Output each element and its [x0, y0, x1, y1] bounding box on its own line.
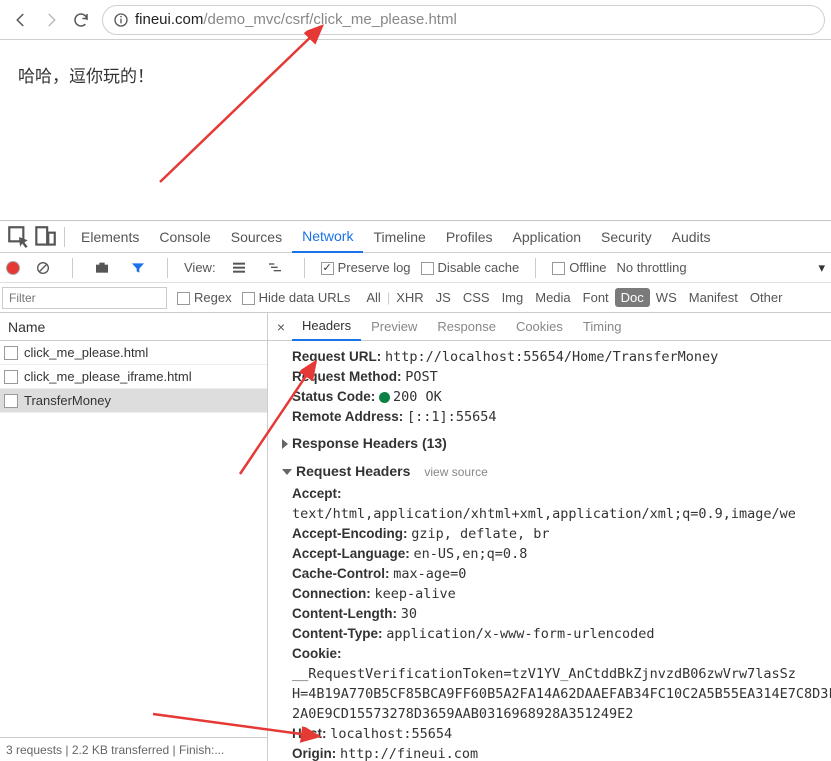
status-dot-icon: [379, 392, 390, 403]
type-xhr[interactable]: XHR: [390, 288, 429, 307]
capture-screenshots-icon[interactable]: [89, 255, 115, 281]
tab-sources[interactable]: Sources: [221, 221, 292, 253]
tab-profiles[interactable]: Profiles: [436, 221, 503, 253]
view-label: View:: [184, 260, 216, 275]
tab-security[interactable]: Security: [591, 221, 662, 253]
header-accept: Accept: text/html,application/xhtml+xml,…: [282, 484, 831, 524]
request-list-head[interactable]: Name: [0, 313, 267, 341]
detail-body: Request URL: http://localhost:55654/Home…: [268, 341, 831, 761]
site-info-icon: [113, 12, 129, 28]
type-js[interactable]: JS: [430, 288, 457, 307]
tab-elements[interactable]: Elements: [71, 221, 149, 253]
detail-tabs: × Headers Preview Response Cookies Timin…: [268, 313, 831, 341]
waterfall-icon[interactable]: [262, 255, 288, 281]
clear-button[interactable]: [30, 255, 56, 281]
header-connection: Connection: keep-alive: [282, 584, 831, 604]
back-button[interactable]: [6, 5, 36, 35]
throttling-select[interactable]: No throttling: [617, 260, 687, 275]
request-status-bar: 3 requests | 2.2 KB transferred | Finish…: [0, 737, 267, 761]
header-cookie-cont: H=4B19A770B5CF85BCA9FF60B5A2FA14A62DAAEF…: [282, 684, 831, 704]
request-row[interactable]: TransferMoney: [0, 389, 267, 413]
close-detail-button[interactable]: ×: [270, 319, 292, 335]
tab-network[interactable]: Network: [292, 221, 363, 253]
type-media[interactable]: Media: [529, 288, 576, 307]
header-cookie-cont: 2A0E9CD15573278D3659AAB0316968928A351249…: [282, 704, 831, 724]
filter-icon[interactable]: [125, 255, 151, 281]
hide-data-urls-checkbox[interactable]: Hide data URLs: [242, 290, 351, 305]
type-filter: All | XHR JS CSS Img Media Font Doc WS M…: [360, 288, 788, 307]
detail-tab-timing[interactable]: Timing: [573, 313, 632, 341]
network-toolbar: View: Preserve log Disable cache Offline…: [0, 253, 831, 283]
detail-tab-preview[interactable]: Preview: [361, 313, 427, 341]
tab-application[interactable]: Application: [503, 221, 592, 253]
file-icon: [4, 346, 18, 360]
header-accept-encoding: Accept-Encoding: gzip, deflate, br: [282, 524, 831, 544]
type-manifest[interactable]: Manifest: [683, 288, 744, 307]
view-source-link[interactable]: view source: [424, 465, 487, 479]
regex-checkbox[interactable]: Regex: [177, 290, 232, 305]
response-headers-section[interactable]: Response Headers (13): [282, 427, 831, 455]
network-filter-bar: Regex Hide data URLs All | XHR JS CSS Im…: [0, 283, 831, 313]
detail-tab-cookies[interactable]: Cookies: [506, 313, 573, 341]
detail-tab-response[interactable]: Response: [427, 313, 506, 341]
tab-timeline[interactable]: Timeline: [363, 221, 435, 253]
header-accept-language: Accept-Language: en-US,en;q=0.8: [282, 544, 831, 564]
header-host: Host: localhost:55654: [282, 724, 831, 744]
type-font[interactable]: Font: [577, 288, 615, 307]
type-doc[interactable]: Doc: [615, 288, 650, 307]
forward-button[interactable]: [36, 5, 66, 35]
preserve-log-checkbox[interactable]: Preserve log: [321, 260, 411, 275]
header-cache-control: Cache-Control: max-age=0: [282, 564, 831, 584]
general-request-method: Request Method: POST: [282, 367, 831, 387]
request-detail: × Headers Preview Response Cookies Timin…: [268, 313, 831, 761]
device-icon[interactable]: [32, 224, 58, 250]
general-request-url: Request URL: http://localhost:55654/Home…: [282, 347, 831, 367]
address-bar[interactable]: fineui.com/demo_mvc/csrf/click_me_please…: [102, 5, 825, 35]
request-list: Name click_me_please.html click_me_pleas…: [0, 313, 268, 761]
header-content-type: Content-Type: application/x-www-form-url…: [282, 624, 831, 644]
header-content-length: Content-Length: 30: [282, 604, 831, 624]
detail-tab-headers[interactable]: Headers: [292, 313, 361, 341]
page-body-text: 哈哈，逗你玩的！: [18, 62, 813, 87]
page-viewport: 哈哈，逗你玩的！: [0, 40, 831, 220]
devtools: Elements Console Sources Network Timelin…: [0, 220, 831, 761]
tab-console[interactable]: Console: [149, 221, 220, 253]
type-img[interactable]: Img: [496, 288, 530, 307]
url-text: fineui.com/demo_mvc/csrf/click_me_please…: [135, 11, 457, 28]
request-row[interactable]: click_me_please.html: [0, 341, 267, 365]
header-origin: Origin: http://fineui.com: [282, 744, 831, 761]
filter-input[interactable]: [2, 287, 167, 309]
devtools-tabbar: Elements Console Sources Network Timelin…: [0, 221, 831, 253]
disable-cache-checkbox[interactable]: Disable cache: [421, 260, 520, 275]
large-rows-icon[interactable]: [226, 255, 252, 281]
type-other[interactable]: Other: [744, 288, 789, 307]
offline-checkbox[interactable]: Offline: [552, 260, 606, 275]
network-body: Name click_me_please.html click_me_pleas…: [0, 313, 831, 761]
file-icon: [4, 394, 18, 408]
browser-toolbar: fineui.com/demo_mvc/csrf/click_me_please…: [0, 0, 831, 40]
type-ws[interactable]: WS: [650, 288, 683, 307]
general-status-code: Status Code: 200 OK: [282, 387, 831, 407]
tab-audits[interactable]: Audits: [662, 221, 721, 253]
type-all[interactable]: All: [360, 288, 386, 307]
chevron-down-icon[interactable]: ▾: [818, 260, 825, 276]
inspect-icon[interactable]: [6, 224, 32, 250]
reload-button[interactable]: [66, 5, 96, 35]
header-cookie: Cookie: __RequestVerificationToken=tzV1Y…: [282, 644, 831, 684]
request-headers-section[interactable]: Request Headersview source: [282, 455, 831, 484]
file-icon: [4, 370, 18, 384]
record-button[interactable]: [6, 261, 20, 275]
type-css[interactable]: CSS: [457, 288, 496, 307]
request-row[interactable]: click_me_please_iframe.html: [0, 365, 267, 389]
general-remote-address: Remote Address: [::1]:55654: [282, 407, 831, 427]
